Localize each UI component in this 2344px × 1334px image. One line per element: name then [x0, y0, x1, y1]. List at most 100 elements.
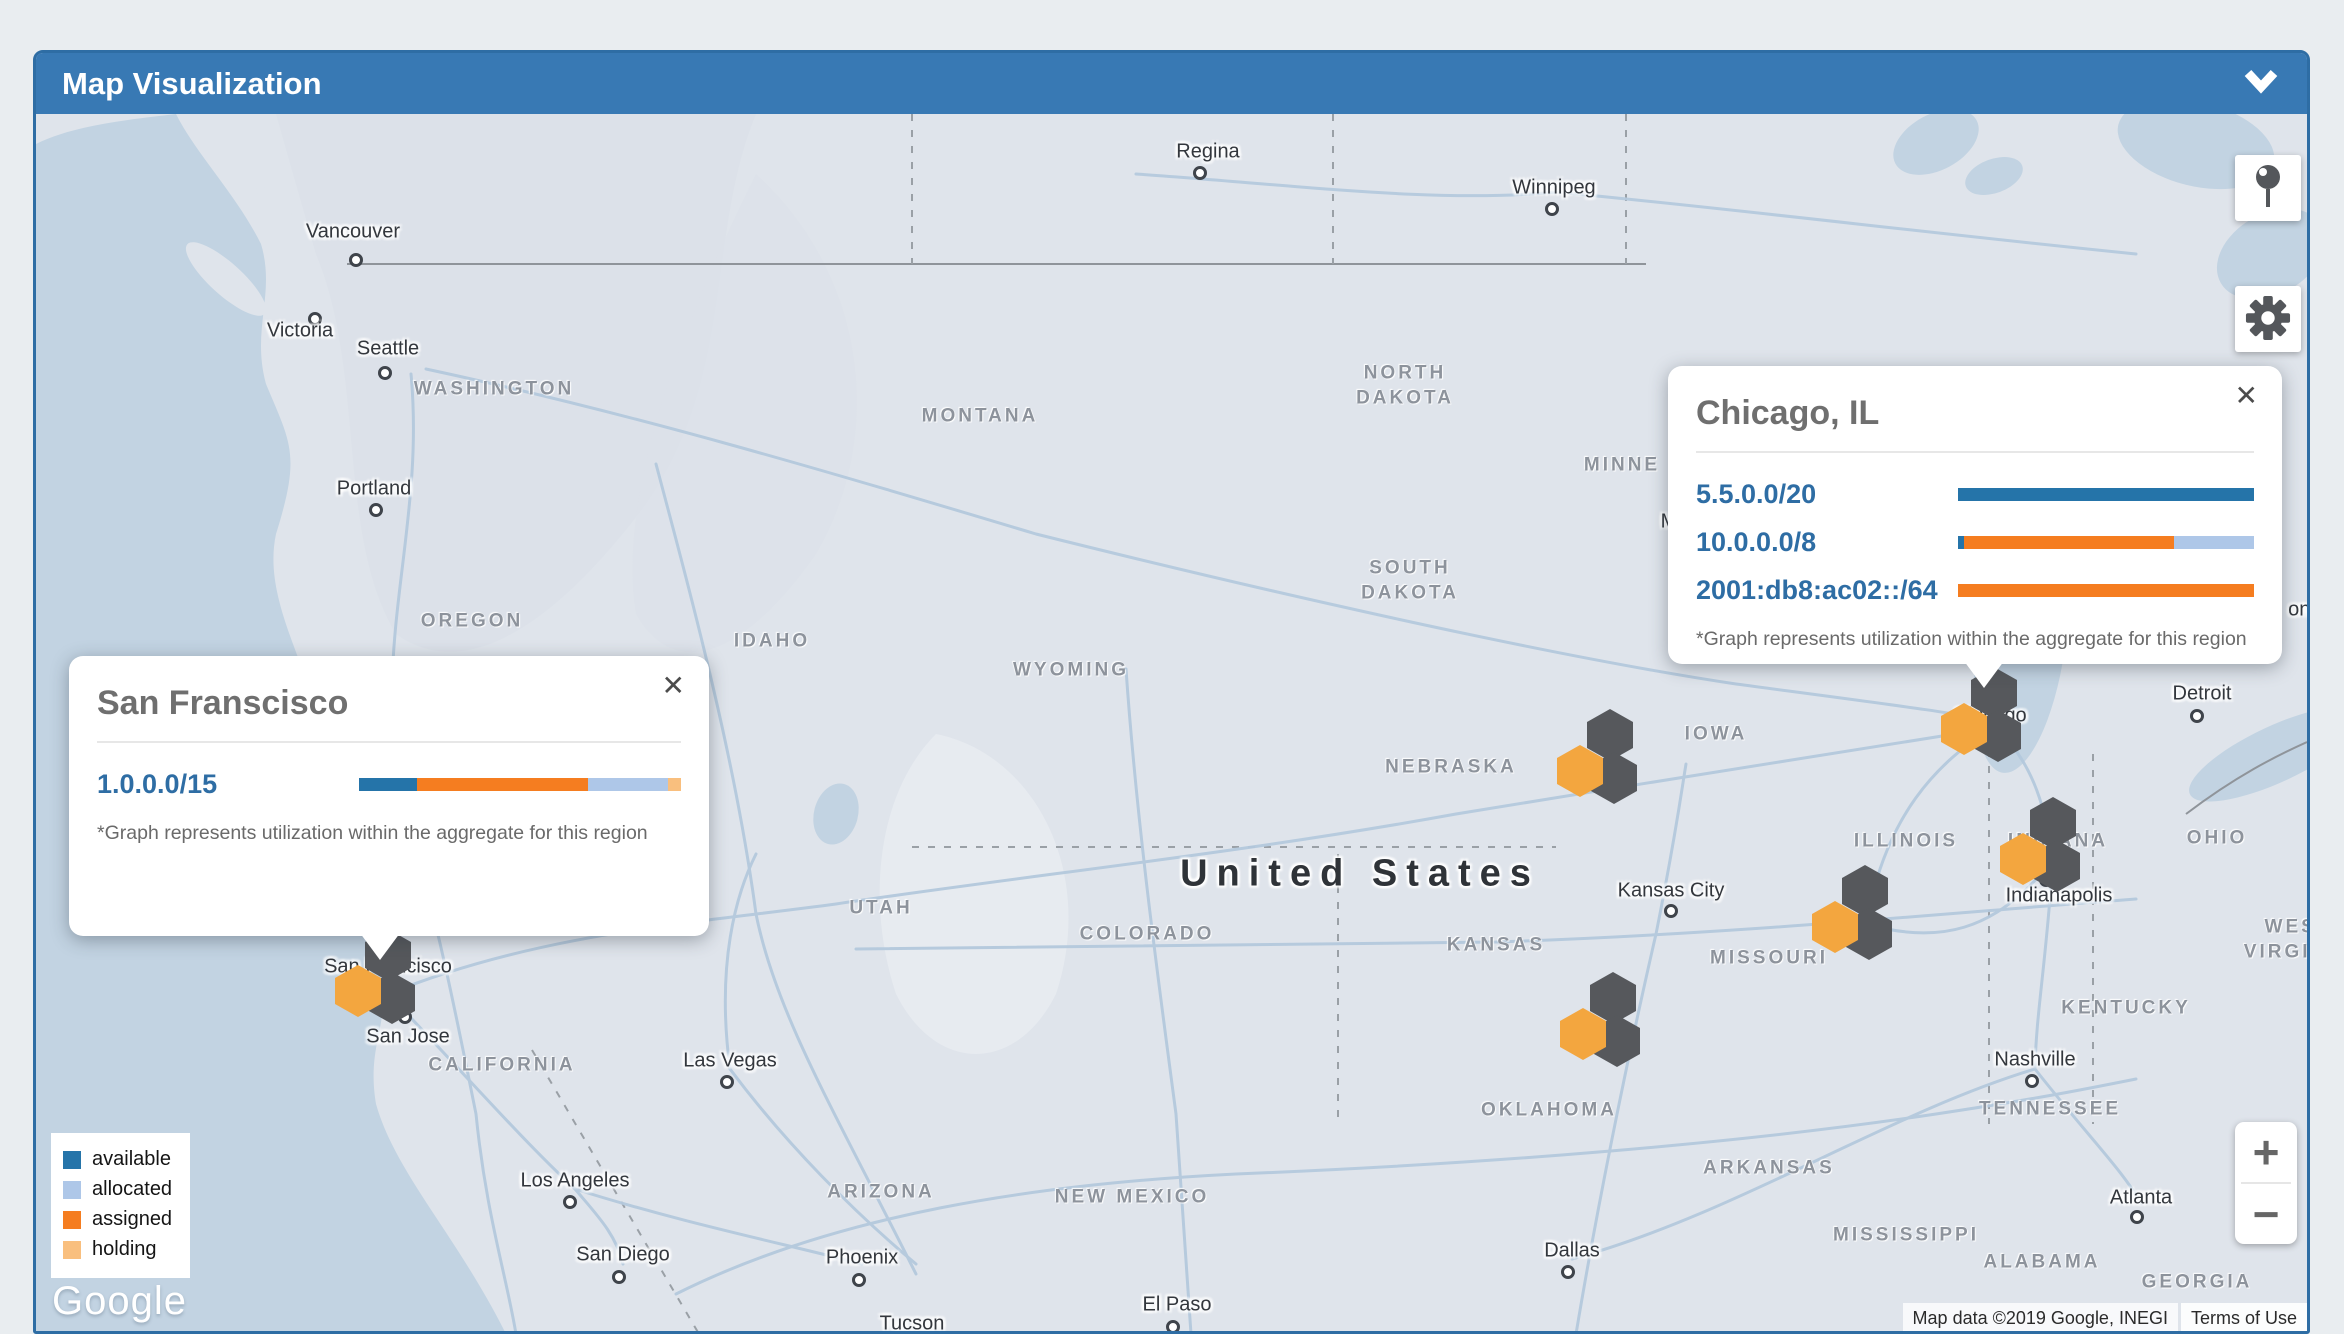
aggregate-label: 2001:db8:ac02::/64 — [1696, 575, 1958, 606]
state-label: OHIO — [2187, 827, 2248, 852]
map-popup-chicago: ✕ Chicago, IL 5.5.0.0/2010.0.0.0/82001:d… — [1668, 366, 2282, 664]
bar-segment-allocated — [588, 778, 669, 791]
popup-tail — [360, 933, 400, 960]
state-label: TENNESSEE — [1979, 1098, 2121, 1123]
bar-segment-available — [1958, 488, 2254, 501]
popup-title: San Franscisco — [97, 678, 681, 743]
state-label: KANSAS — [1447, 934, 1545, 959]
state-label: ARIZONA — [827, 1181, 935, 1206]
state-label: NORTH DAKOTA — [1356, 361, 1454, 410]
state-label: OREGON — [421, 610, 523, 635]
city-label: Kansas City — [1618, 880, 1725, 903]
bar-segment-available — [359, 778, 417, 791]
city-label: Vancouver — [306, 221, 400, 244]
legend-item-label: assigned — [92, 1208, 172, 1231]
state-label: ILLINOIS — [1854, 830, 1958, 855]
state-label: IOWA — [1685, 723, 1748, 748]
city-label: Detroit — [2173, 683, 2232, 706]
state-label: GEORGIA — [2142, 1271, 2253, 1296]
city-label: Dallas — [1544, 1240, 1600, 1263]
chevron-down-icon — [2241, 69, 2281, 98]
utilization-row: 10.0.0.0/8 — [1696, 527, 2254, 558]
zoom-in-button[interactable]: + — [2235, 1122, 2297, 1182]
country-label: United States — [1180, 853, 1540, 896]
zoom-out-button[interactable]: − — [2235, 1184, 2297, 1244]
state-label: MISSOURI — [1710, 947, 1828, 972]
city-dot — [563, 1195, 577, 1209]
utilization-bar — [359, 778, 681, 791]
state-label: MONTANA — [922, 405, 1039, 430]
page: { "header": { "title": "Map Visualizatio… — [0, 0, 2344, 1334]
map-canvas[interactable]: United States WASHINGTON MONTANA NORTH DAKO… — [36, 114, 2307, 1334]
utilization-row: 2001:db8:ac02::/64 — [1696, 575, 2254, 606]
city-dot — [612, 1270, 626, 1284]
city-dot — [1561, 1265, 1575, 1279]
bar-segment-holding — [668, 778, 681, 791]
legend-item-label: allocated — [92, 1178, 172, 1201]
state-label: KENTUCKY — [2061, 997, 2191, 1022]
city-dot — [2025, 1074, 2039, 1088]
legend-item-holding: holding — [63, 1238, 172, 1261]
close-icon[interactable]: ✕ — [656, 668, 691, 703]
city-dot — [852, 1273, 866, 1287]
city-label: Victoria — [267, 320, 333, 343]
state-label: WASHINGTON — [414, 378, 575, 403]
google-logo[interactable]: Google — [52, 1279, 187, 1324]
state-label: ARKANSAS — [1703, 1157, 1835, 1182]
city-label: Nashville — [1994, 1049, 2075, 1072]
aggregate-label: 5.5.0.0/20 — [1696, 479, 1958, 510]
city-dot — [2190, 709, 2204, 723]
map-popup-san-francisco: ✕ San Franscisco 1.0.0.0/15 *Graph repre… — [69, 656, 709, 936]
allocated-swatch — [63, 1181, 81, 1199]
panel-header: Map Visualization — [36, 53, 2307, 114]
city-label: San Jose — [366, 1026, 449, 1049]
state-label: CALIFORNIA — [428, 1054, 575, 1079]
city-label: San Diego — [576, 1244, 669, 1267]
map-settings-button[interactable] — [2235, 286, 2301, 352]
map-pin-icon — [2248, 163, 2288, 214]
bar-segment-allocated — [2174, 536, 2254, 549]
close-icon[interactable]: ✕ — [2229, 378, 2264, 413]
state-label: UTAH — [849, 897, 912, 922]
bar-segment-assigned — [1958, 584, 2254, 597]
legend-item-label: available — [92, 1148, 171, 1171]
city-dot — [1545, 202, 1559, 216]
city-dot — [720, 1075, 734, 1089]
state-label: ALABAMA — [1983, 1251, 2100, 1276]
aggregate-label: 1.0.0.0/15 — [97, 769, 359, 800]
city-label: Regina — [1176, 141, 1239, 164]
popup-utilization-rows: 1.0.0.0/15 — [97, 769, 681, 800]
aggregate-label: 10.0.0.0/8 — [1696, 527, 1958, 558]
legend-item-available: available — [63, 1148, 172, 1171]
utilization-bar — [1958, 536, 2254, 549]
popup-utilization-rows: 5.5.0.0/2010.0.0.0/82001:db8:ac02::/64 — [1696, 479, 2254, 606]
utilization-bar — [1958, 488, 2254, 501]
city-dot — [1193, 166, 1207, 180]
state-label: NEBRASKA — [1385, 756, 1517, 781]
legend-item-allocated: allocated — [63, 1178, 172, 1201]
state-label: IDAHO — [734, 630, 810, 655]
city-label: Los Angeles — [521, 1170, 630, 1193]
popup-note: *Graph represents utilization within the… — [97, 822, 681, 845]
panel-title: Map Visualization — [62, 66, 322, 102]
state-label: WYOMING — [1013, 659, 1129, 684]
utilization-row: 1.0.0.0/15 — [97, 769, 681, 800]
bar-segment-assigned — [417, 778, 588, 791]
available-swatch — [63, 1151, 81, 1169]
state-label: WEST VIRGINIA — [2244, 915, 2307, 964]
state-label: MISSISSIPPI — [1833, 1224, 1979, 1249]
pin-tool-button[interactable] — [2235, 155, 2301, 221]
collapse-panel-button[interactable] — [2241, 69, 2281, 98]
city-label: ont — [2288, 599, 2307, 622]
city-dot — [378, 366, 392, 380]
utilization-row: 5.5.0.0/20 — [1696, 479, 2254, 510]
state-label: NEW MEXICO — [1055, 1186, 1210, 1211]
city-label: Portland — [337, 478, 412, 501]
city-label: Las Vegas — [683, 1050, 776, 1073]
terms-of-use-link[interactable]: Terms of Use — [2181, 1303, 2307, 1334]
map-visualization-panel: Map Visualization — [33, 50, 2310, 1334]
city-label: Tucson — [880, 1313, 945, 1334]
state-label: COLORADO — [1080, 923, 1215, 948]
map-attribution: Map data ©2019 Google, INEGI Terms of Us… — [1903, 1303, 2307, 1334]
assigned-swatch — [63, 1211, 81, 1229]
